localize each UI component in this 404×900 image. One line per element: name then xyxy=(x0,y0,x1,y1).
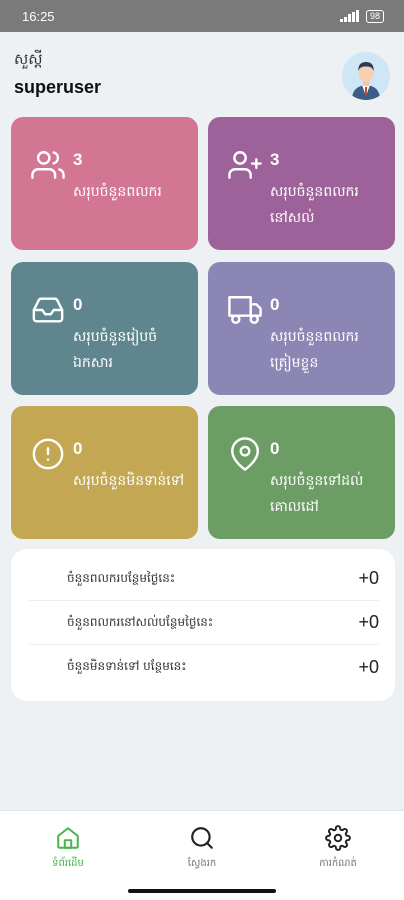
card-count: 0 xyxy=(270,439,280,458)
card-count: 3 xyxy=(73,150,83,169)
stat-row: ចំនួនពលករនៅសល់បន្ថែមថ្ងៃនេះ +0 xyxy=(29,601,379,645)
stat-label: ចំនួនមិនទាន់ទៅ បន្ថែមនេះ xyxy=(67,659,187,673)
map-pin-icon xyxy=(231,437,259,471)
nav-search[interactable]: ស្វែងរក xyxy=(152,825,252,871)
card-count: 0 xyxy=(73,295,83,314)
card-count: 0 xyxy=(270,295,280,314)
settings-icon xyxy=(325,825,351,851)
card-label: សរុបចំនួនមិនទាន់ទៅ xyxy=(73,473,185,489)
inbox-icon xyxy=(32,297,64,323)
home-indicator xyxy=(128,889,276,893)
stat-row: ចំនួនមិនទាន់ទៅ បន្ថែមនេះ +0 xyxy=(29,645,379,689)
card-arrived-destination[interactable]: 0 សរុបចំនួនទៅដល់ គោលដៅ xyxy=(208,406,395,539)
search-icon xyxy=(191,827,213,849)
stat-label: ចំនួនពលករបន្ថែមថ្ងៃនេះ xyxy=(67,570,176,585)
card-ready-workers[interactable]: 0 សរុបចំនួនពលករ ត្រៀមខ្លួន xyxy=(208,262,395,395)
stat-label: ចំនួនពលករនៅសល់បន្ថែមថ្ងៃនេះ xyxy=(67,614,214,629)
card-not-yet-sent[interactable]: 0 សរុបចំនួនមិនទាន់ទៅ xyxy=(11,406,198,539)
nav-label: ការកំណត់ xyxy=(319,858,357,869)
card-label: សរុបចំនួនពលករ ត្រៀមខ្លួន xyxy=(270,329,359,371)
alert-circle-icon xyxy=(32,438,64,470)
stat-value: +0 xyxy=(358,656,379,677)
header: សួស្តី superuser xyxy=(0,32,404,114)
users-icon xyxy=(31,151,65,179)
nav-settings[interactable]: ការកំណត់ xyxy=(288,825,388,871)
nav-label: ស្វែងរក xyxy=(187,858,217,869)
battery-level: 98 xyxy=(369,10,380,21)
stat-row: ចំនួនពលករបន្ថែមថ្ងៃនេះ +0 xyxy=(29,557,379,601)
daily-stats-panel: ចំនួនពលករបន្ថែមថ្ងៃនេះ +0 ចំនួនពលករនៅសល់… xyxy=(11,549,395,701)
status-time: 16:25 xyxy=(22,8,55,24)
card-label: សរុបចំនួនពលករ xyxy=(73,184,162,200)
card-count: 0 xyxy=(73,439,83,458)
avatar[interactable] xyxy=(342,52,390,100)
card-remaining-workers[interactable]: 3 សរុបចំនួនពលករ នៅសល់ xyxy=(208,117,395,250)
signal-icon xyxy=(339,10,360,22)
card-prepared-documents[interactable]: 0 សរុបចំនួនរៀបចំ ឯកសារ xyxy=(11,262,198,395)
card-received-workers[interactable]: 3 សរុបចំនួនពលករ xyxy=(11,117,198,250)
battery-icon: 98 xyxy=(365,9,384,23)
stat-value: +0 xyxy=(358,612,379,632)
nav-label: ទំព័រដើម xyxy=(52,858,84,869)
card-label: សរុបចំនួនរៀបចំ ឯកសារ xyxy=(73,329,158,371)
status-bar: 16:25 98 xyxy=(0,0,404,32)
status-icons: 98 xyxy=(339,9,384,23)
user-plus-icon xyxy=(228,151,262,179)
nav-home[interactable]: ទំព័រដើម xyxy=(18,825,118,871)
home-icon xyxy=(57,827,79,849)
card-count: 3 xyxy=(270,150,280,169)
stat-value: +0 xyxy=(358,568,379,588)
truck-icon xyxy=(228,296,262,324)
card-label: សរុបចំនួនពលករ នៅសល់ xyxy=(270,184,359,226)
card-label: សរុបចំនួនទៅដល់ គោលដៅ xyxy=(270,473,364,515)
bottom-nav: ទំព័រដើម ស្វែងរក ការកំណត់ xyxy=(0,810,404,900)
